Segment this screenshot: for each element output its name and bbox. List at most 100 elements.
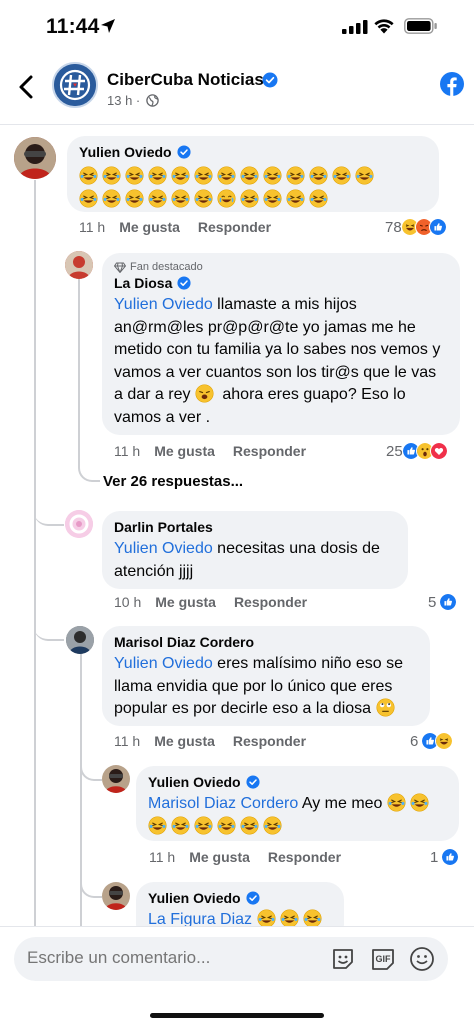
comment-bubble: Fan destacado La Diosa Yulien Oviedo lla… xyxy=(102,253,460,435)
header-divider xyxy=(0,124,474,125)
status-time: 11:44 xyxy=(46,15,100,38)
comment-actions: 11 h Me gusta Responder xyxy=(114,733,324,749)
comment-time: 11 h xyxy=(149,849,176,865)
like-button[interactable]: Me gusta xyxy=(119,219,180,235)
love-reaction xyxy=(429,442,448,460)
reaction-summary[interactable]: 78 xyxy=(385,218,447,236)
back-icon[interactable] xyxy=(14,72,40,102)
tired-emoji xyxy=(195,384,214,403)
signal-icon xyxy=(342,20,368,34)
sticker-icon[interactable] xyxy=(329,945,357,973)
laugh-emoji xyxy=(194,189,213,208)
reaction-count: 1 xyxy=(430,848,439,866)
thread-connector xyxy=(34,500,64,526)
avatar[interactable] xyxy=(14,137,56,179)
comment-time: 11 h xyxy=(79,219,106,235)
svg-text:GIF: GIF xyxy=(376,954,392,964)
comment-actions: 11 h Me gusta Responder xyxy=(79,219,289,235)
status-bar: 11:44 xyxy=(0,0,474,52)
reply-button[interactable]: Responder xyxy=(233,733,306,749)
like-button[interactable]: Me gusta xyxy=(155,594,216,610)
laugh-emoji xyxy=(263,189,282,208)
laugh-emoji xyxy=(240,189,259,208)
comment-author[interactable]: Yulien Oviedo xyxy=(148,774,447,790)
verified-icon xyxy=(246,775,260,789)
laugh-emoji xyxy=(355,166,374,185)
comment-actions: 11 h Me gusta Responder xyxy=(114,443,324,459)
avatar[interactable] xyxy=(65,510,93,538)
avatar[interactable] xyxy=(65,251,93,279)
smile-icon[interactable] xyxy=(408,945,436,973)
laugh-emoji xyxy=(240,816,259,835)
post-header: CiberCuba Noticias 13 h · xyxy=(0,56,474,122)
laugh-emoji xyxy=(286,189,305,208)
laugh-emoji xyxy=(102,189,121,208)
avatar[interactable] xyxy=(66,626,94,654)
comment-author[interactable]: Marisol Diaz Cordero xyxy=(114,634,418,650)
reply-button[interactable]: Responder xyxy=(234,594,307,610)
like-reaction xyxy=(439,593,458,611)
comment-actions: 10 h Me gusta Responder xyxy=(114,594,325,610)
laugh-emoji xyxy=(194,166,213,185)
rolling-eyes-emoji xyxy=(376,698,395,717)
laugh-emoji xyxy=(79,189,98,208)
like-button[interactable]: Me gusta xyxy=(189,849,250,865)
tears-of-joy-emoji xyxy=(217,189,236,208)
like-button[interactable]: Me gusta xyxy=(154,733,215,749)
avatar[interactable] xyxy=(102,765,130,793)
laugh-emoji xyxy=(217,816,236,835)
reaction-summary[interactable]: 5 xyxy=(428,593,458,611)
laugh-emoji xyxy=(171,816,190,835)
laugh-emoji xyxy=(102,166,121,185)
comment-time: 11 h xyxy=(114,733,141,749)
avatar[interactable] xyxy=(102,882,130,910)
wifi-icon xyxy=(374,19,394,34)
verified-icon xyxy=(246,891,260,905)
gif-icon[interactable]: GIF xyxy=(369,945,397,973)
thread-line xyxy=(34,180,36,930)
thread-connector xyxy=(80,872,102,898)
comment-time: 11 h xyxy=(114,443,141,459)
laugh-emoji xyxy=(263,816,282,835)
view-more-replies-link[interactable]: Ver 26 respuestas... xyxy=(103,473,243,490)
reaction-summary[interactable]: 6 xyxy=(410,732,454,750)
mention-link[interactable]: Marisol Diaz Cordero xyxy=(148,795,298,812)
laugh-emoji xyxy=(125,189,144,208)
reaction-summary[interactable]: 1 xyxy=(430,848,460,866)
laugh-emoji xyxy=(217,166,236,185)
laugh-emoji xyxy=(263,166,282,185)
comment-bubble: Marisol Diaz Cordero Yulien Oviedo eres … xyxy=(102,626,430,726)
reaction-count: 5 xyxy=(428,593,437,611)
mention-link[interactable]: Yulien Oviedo xyxy=(114,540,213,557)
reply-button[interactable]: Responder xyxy=(198,219,271,235)
laugh-emoji xyxy=(309,189,328,208)
comment-author[interactable]: Yulien Oviedo xyxy=(148,890,332,906)
laugh-emoji xyxy=(332,166,351,185)
mention-link[interactable]: Yulien Oviedo xyxy=(114,296,213,313)
laugh-emoji xyxy=(148,816,167,835)
reply-button[interactable]: Responder xyxy=(233,443,306,459)
reaction-count: 6 xyxy=(410,732,419,750)
thread-line xyxy=(78,277,80,452)
comment-input[interactable] xyxy=(27,948,317,968)
facebook-icon[interactable] xyxy=(440,72,464,96)
comment-text: Yulien Oviedo llamaste a mis hijos an@rm… xyxy=(114,296,441,426)
comment-author[interactable]: Darlin Portales xyxy=(114,519,396,535)
like-button[interactable]: Me gusta xyxy=(154,443,215,459)
comment-author[interactable]: La Diosa xyxy=(114,275,448,291)
fan-badge: Fan destacado xyxy=(114,261,448,273)
reaction-summary[interactable]: 25 xyxy=(386,442,448,460)
reply-button[interactable]: Responder xyxy=(268,849,341,865)
page-avatar[interactable] xyxy=(52,62,98,108)
page-name[interactable]: CiberCuba Noticias xyxy=(107,70,264,90)
mention-link[interactable]: Yulien Oviedo xyxy=(114,655,213,672)
location-arrow-icon xyxy=(101,19,115,33)
laugh-emoji xyxy=(309,166,328,185)
like-reaction xyxy=(441,848,460,866)
comment-author[interactable]: Yulien Oviedo xyxy=(79,144,427,160)
laugh-emoji xyxy=(171,166,190,185)
cibercuba-logo-icon xyxy=(54,64,96,106)
comment-text: Marisol Diaz Cordero Ay me meo xyxy=(148,793,447,838)
comment-bubble: Yulien Oviedo xyxy=(67,136,439,212)
laugh-emoji xyxy=(125,166,144,185)
